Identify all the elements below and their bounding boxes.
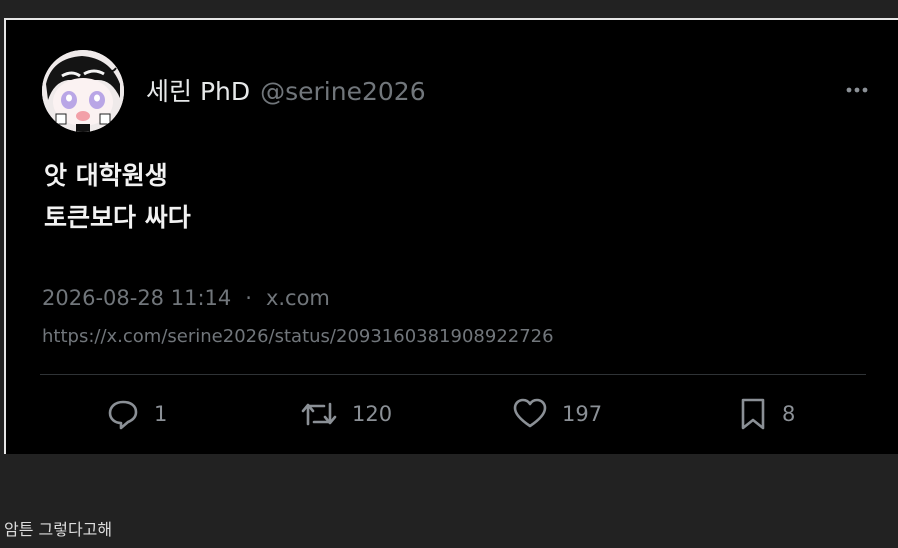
tweet-card: 세린 PhD @serine2026 앗 대학원생 토큰보다 싸다 2026-0… bbox=[4, 18, 898, 454]
heart-icon bbox=[512, 397, 548, 431]
display-name[interactable]: 세린 PhD bbox=[146, 72, 250, 108]
reply-count: 1 bbox=[154, 402, 168, 426]
comment-text: 암튼 그렇다고해 bbox=[4, 520, 113, 539]
divider bbox=[40, 374, 866, 375]
retweet-button[interactable]: 120 bbox=[300, 392, 392, 436]
separator: · bbox=[245, 286, 252, 310]
bookmark-count: 8 bbox=[782, 402, 796, 426]
page: 세린 PhD @serine2026 앗 대학원생 토큰보다 싸다 2026-0… bbox=[0, 0, 898, 548]
author[interactable]: 세린 PhD @serine2026 bbox=[146, 72, 426, 108]
timestamp[interactable]: 2026-08-28 11:14 bbox=[42, 286, 231, 310]
handle[interactable]: @serine2026 bbox=[260, 77, 425, 106]
action-bar: 1 120 197 8 bbox=[6, 392, 898, 436]
more-dots-icon[interactable] bbox=[844, 82, 870, 96]
tweet-text: 앗 대학원생 토큰보다 싸다 bbox=[44, 155, 191, 239]
retweet-count: 120 bbox=[352, 402, 393, 426]
reply-button[interactable]: 1 bbox=[106, 392, 167, 436]
bookmark-button[interactable]: 8 bbox=[738, 392, 795, 436]
tweet-url[interactable]: https://x.com/serine2026/status/20931603… bbox=[42, 326, 554, 347]
like-button[interactable]: 197 bbox=[512, 392, 602, 436]
avatar[interactable] bbox=[42, 50, 124, 132]
tweet-meta: 2026-08-28 11:14 · x.com bbox=[42, 286, 330, 310]
bookmark-icon bbox=[738, 397, 768, 431]
source: x.com bbox=[265, 286, 330, 310]
like-count: 197 bbox=[562, 402, 603, 426]
reply-icon bbox=[106, 397, 140, 431]
retweet-icon bbox=[300, 397, 338, 431]
tweet-text-line: 토큰보다 싸다 bbox=[44, 203, 191, 232]
tweet-text-line: 앗 대학원생 bbox=[44, 161, 168, 190]
anime-avatar-icon bbox=[42, 50, 124, 132]
